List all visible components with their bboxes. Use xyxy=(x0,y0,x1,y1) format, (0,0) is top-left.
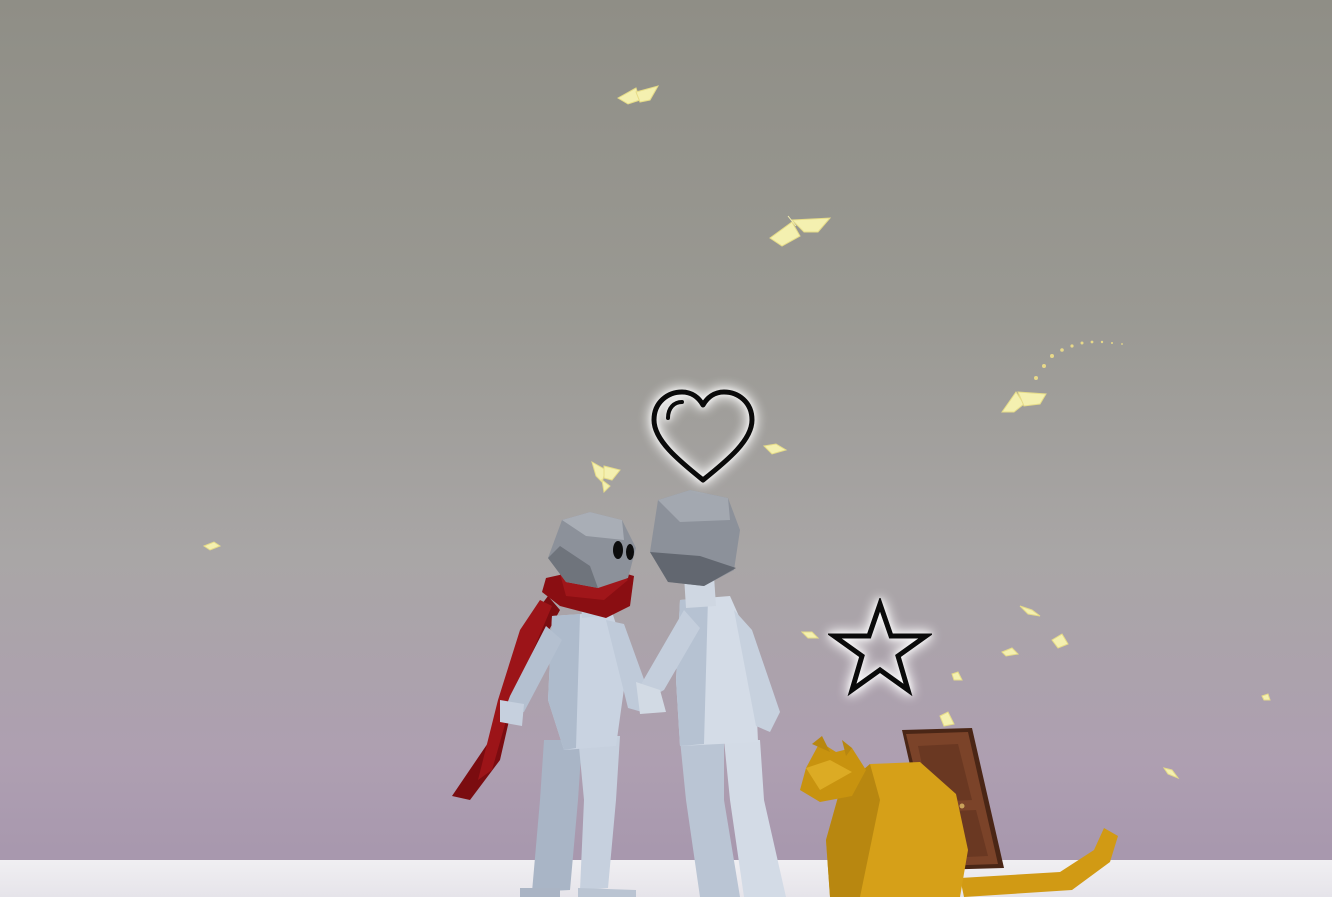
eye xyxy=(626,544,634,560)
heart-outline-icon xyxy=(651,389,755,483)
butterfly xyxy=(762,443,788,455)
butterfly xyxy=(1001,647,1020,657)
butterfly xyxy=(800,631,820,639)
scarf-character xyxy=(452,512,650,897)
butterfly xyxy=(1019,605,1041,617)
butterfly xyxy=(617,85,660,105)
butterfly xyxy=(1162,767,1180,780)
butterfly xyxy=(1261,693,1271,701)
butterfly xyxy=(951,671,963,681)
partner-character xyxy=(636,490,786,897)
star-outline-icon xyxy=(828,598,932,697)
butterfly xyxy=(1051,633,1069,649)
butterfly xyxy=(591,460,621,494)
butterfly xyxy=(202,541,222,551)
butterfly xyxy=(769,215,832,247)
butterfly xyxy=(1001,391,1047,413)
eye xyxy=(613,541,623,559)
game-scene xyxy=(0,0,1332,897)
butterfly xyxy=(939,711,955,727)
